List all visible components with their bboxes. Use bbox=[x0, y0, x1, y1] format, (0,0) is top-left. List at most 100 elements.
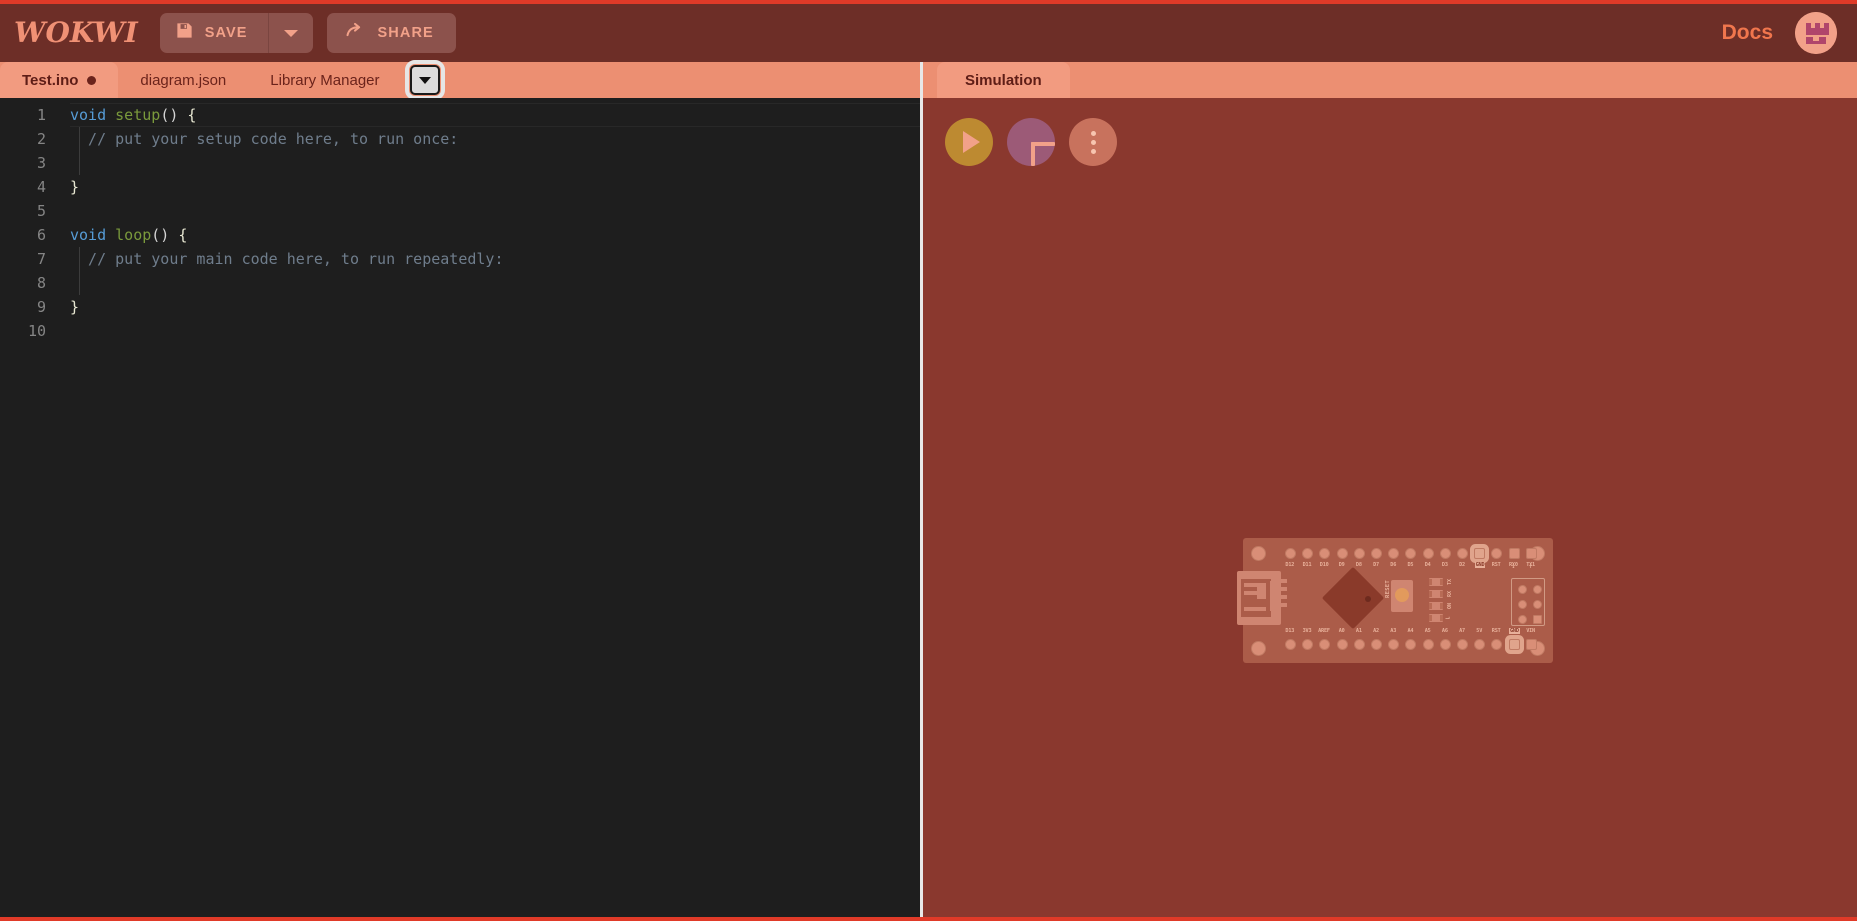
indent-guide bbox=[79, 151, 80, 175]
pin-d7-top[interactable] bbox=[1371, 548, 1382, 559]
pin-rst-top[interactable] bbox=[1491, 548, 1503, 559]
pin-label: 3V3 bbox=[1302, 628, 1312, 634]
user-avatar-icon[interactable] bbox=[1795, 12, 1837, 54]
tab-label: Simulation bbox=[965, 71, 1042, 89]
icsp-pad[interactable] bbox=[1533, 615, 1542, 624]
pin-label: RST bbox=[1491, 562, 1501, 568]
line-number: 2 bbox=[36, 130, 46, 148]
tab-library-manager[interactable]: Library Manager bbox=[248, 62, 401, 98]
pin-a6-bottom[interactable] bbox=[1439, 639, 1451, 650]
line-number: 3 bbox=[36, 154, 46, 172]
pin-d4-top[interactable] bbox=[1422, 548, 1434, 559]
line-number: 9 bbox=[36, 298, 46, 316]
code-line: void setup() { bbox=[70, 103, 920, 127]
tab-diagram-json[interactable]: diagram.json bbox=[118, 62, 248, 98]
code-token: { bbox=[169, 226, 188, 244]
code-editor[interactable]: 1 2 3 4 5 6 7 8 9 10 void setup() { // p… bbox=[0, 98, 920, 917]
simulation-tabbar: Simulation bbox=[923, 62, 1857, 98]
led-tx bbox=[1429, 578, 1443, 586]
chevron-down-icon bbox=[283, 29, 298, 37]
tab-test-ino[interactable]: Test.ino bbox=[0, 62, 119, 98]
pin-gnd-bottom[interactable] bbox=[1508, 639, 1520, 650]
tab-simulation[interactable]: Simulation bbox=[937, 62, 1070, 98]
icsp-pad[interactable] bbox=[1533, 600, 1542, 609]
microcontroller-chip bbox=[1321, 566, 1385, 630]
led-label: L bbox=[1445, 616, 1452, 620]
icsp-pad[interactable] bbox=[1518, 600, 1527, 609]
save-button[interactable]: SAVE bbox=[160, 13, 269, 53]
line-number: 1 bbox=[36, 106, 46, 124]
docs-link[interactable]: Docs bbox=[1722, 21, 1773, 45]
line-number: 6 bbox=[36, 226, 46, 244]
uart-direction-arrow: ↑ bbox=[1528, 563, 1533, 570]
save-dropdown-button[interactable] bbox=[269, 13, 313, 53]
pin-a7-bottom[interactable] bbox=[1457, 639, 1468, 650]
code-line bbox=[70, 151, 920, 175]
pin-label: VIN bbox=[1526, 628, 1535, 634]
dots-vertical-icon bbox=[1090, 130, 1096, 154]
reset-button-cap[interactable] bbox=[1395, 588, 1409, 602]
wokwi-logo[interactable]: WOKWI bbox=[14, 16, 138, 49]
pin-d10-top[interactable] bbox=[1319, 548, 1331, 559]
pin-label: D12 bbox=[1285, 562, 1295, 568]
pin-vin-bottom[interactable] bbox=[1525, 639, 1537, 650]
pin-5v-bottom[interactable] bbox=[1474, 639, 1486, 650]
pin-label: GND bbox=[1509, 628, 1520, 634]
pin-a2-bottom[interactable] bbox=[1371, 639, 1382, 650]
pin-d3-top[interactable] bbox=[1439, 548, 1451, 559]
pin-d8-top[interactable] bbox=[1353, 548, 1365, 559]
pin-tx1-top[interactable] bbox=[1525, 548, 1537, 559]
simulation-canvas[interactable]: RESET D12 D11 D10 D9 D8 D7 D6 D5 D4 D3 D2 GND RST RX0… bbox=[923, 98, 1857, 917]
pin-label: D9 bbox=[1338, 562, 1345, 568]
code-token: loop bbox=[115, 226, 152, 244]
pin-gnd-top[interactable] bbox=[1474, 548, 1486, 559]
tab-overflow-menu-button[interactable] bbox=[404, 60, 445, 100]
pin-d2-top[interactable] bbox=[1457, 548, 1468, 559]
line-number: 5 bbox=[36, 202, 46, 220]
app-header: WOKWI SAVE SHARE Docs bbox=[0, 4, 1857, 62]
pin-rx0-top[interactable] bbox=[1508, 548, 1520, 559]
pin-a0-bottom[interactable] bbox=[1336, 639, 1348, 650]
pin-label: D7 bbox=[1373, 562, 1379, 568]
pin-label: GND bbox=[1474, 562, 1486, 568]
pin-a3-bottom[interactable] bbox=[1388, 639, 1400, 650]
pin-label: D5 bbox=[1407, 562, 1414, 568]
code-content[interactable]: void setup() { // put your setup code he… bbox=[62, 103, 920, 917]
code-token: // put your main code here, to run repea… bbox=[70, 250, 504, 268]
pin-label: D8 bbox=[1355, 562, 1362, 568]
pin-a5-bottom[interactable] bbox=[1422, 639, 1434, 650]
pin-label: A5 bbox=[1424, 628, 1431, 634]
led-label: RX bbox=[1447, 590, 1454, 598]
pin-label: A0 bbox=[1338, 628, 1345, 634]
pin-d5-top[interactable] bbox=[1405, 548, 1417, 559]
indent-guide bbox=[79, 127, 80, 151]
pin-rst-bottom[interactable] bbox=[1491, 639, 1503, 650]
icsp-pad[interactable] bbox=[1518, 585, 1527, 594]
pin-d6-top[interactable] bbox=[1388, 548, 1400, 559]
icsp-pad[interactable] bbox=[1518, 615, 1527, 624]
pin-label: D4 bbox=[1424, 562, 1431, 568]
arduino-nano-board[interactable]: RESET D12 D11 D10 D9 D8 D7 D6 D5 D4 D3 D2 GND RST RX0… bbox=[1237, 538, 1553, 663]
pin-label: A7 bbox=[1459, 628, 1465, 634]
pin-a4-bottom[interactable] bbox=[1405, 639, 1417, 650]
line-number: 8 bbox=[36, 274, 46, 292]
code-line: // put your main code here, to run repea… bbox=[70, 247, 920, 271]
code-line: void loop() { bbox=[70, 223, 920, 247]
save-button-label: SAVE bbox=[204, 25, 248, 41]
more-menu-button[interactable] bbox=[1069, 118, 1117, 166]
pin-d9-top[interactable] bbox=[1336, 548, 1348, 559]
play-button[interactable] bbox=[945, 118, 993, 166]
share-button[interactable]: SHARE bbox=[326, 13, 456, 53]
pin-aref-bottom[interactable] bbox=[1319, 639, 1331, 650]
pin-d11-top[interactable] bbox=[1302, 548, 1314, 559]
pin-label: D3 bbox=[1441, 562, 1448, 568]
line-number-gutter: 1 2 3 4 5 6 7 8 9 10 bbox=[0, 103, 62, 917]
pin-3v3-bottom[interactable] bbox=[1302, 639, 1314, 650]
pin-d13-bottom[interactable] bbox=[1285, 639, 1296, 650]
line-number: 4 bbox=[36, 178, 46, 196]
pin-d12-top[interactable] bbox=[1285, 548, 1296, 559]
pin-a1-bottom[interactable] bbox=[1353, 639, 1365, 650]
led-label: TX bbox=[1447, 578, 1454, 586]
icsp-pad[interactable] bbox=[1533, 585, 1542, 594]
add-part-button[interactable] bbox=[1007, 118, 1055, 166]
